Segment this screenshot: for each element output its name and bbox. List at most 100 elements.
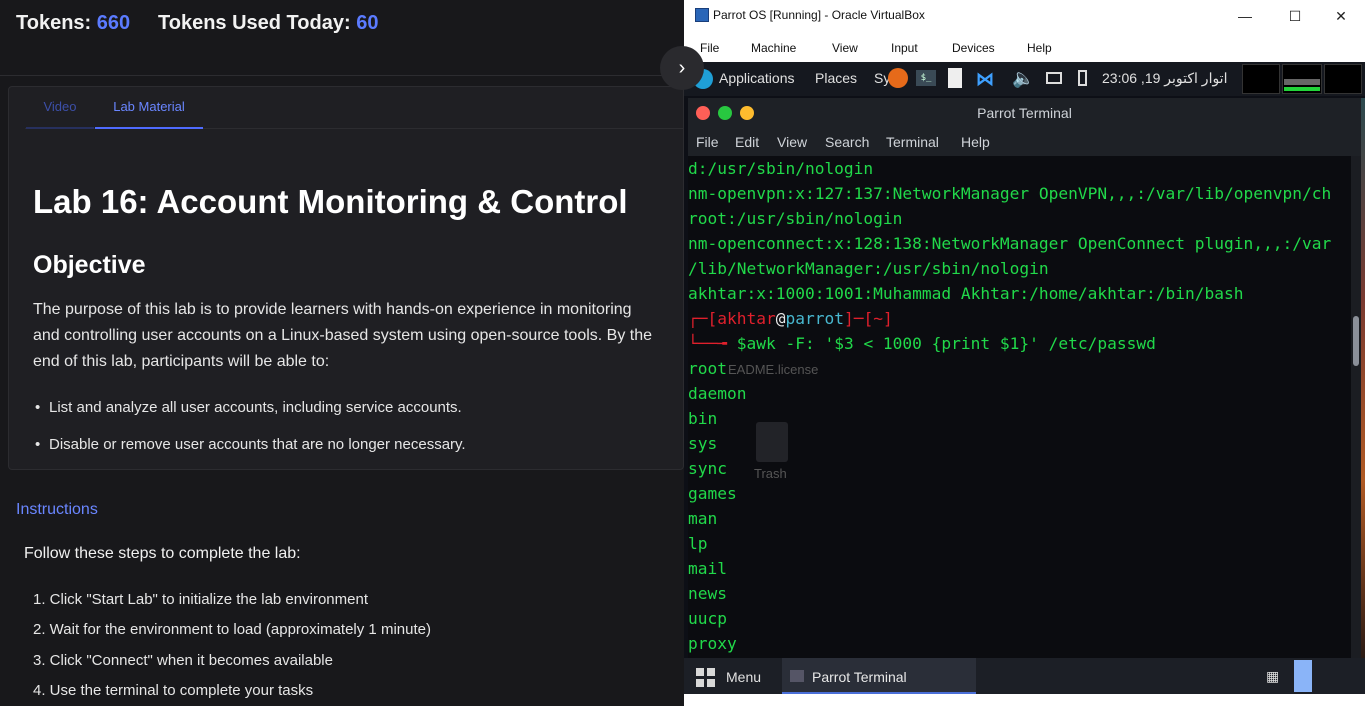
tab-video[interactable]: Video <box>26 87 94 129</box>
terminal-menu-search[interactable]: Search <box>825 134 869 150</box>
output-line: sync <box>688 459 727 478</box>
taskbar-item-label: Parrot Terminal <box>812 669 907 685</box>
terminal-icon <box>790 670 804 682</box>
chevron-right-icon: › <box>678 57 686 79</box>
vbox-menubar: File Machine View Input Devices Help <box>684 32 1365 62</box>
vbox-menu-input[interactable]: Input <box>891 41 918 55</box>
vbox-statusbar <box>684 694 1365 706</box>
tokens-value: 660 <box>96 12 131 34</box>
output-line: proxy <box>688 634 737 653</box>
firefox-icon[interactable] <box>888 68 908 88</box>
tokens-label: Tokens: <box>16 12 92 34</box>
output-line: sys <box>688 434 718 453</box>
tokens-used-counter: Tokens Used Today: 60 <box>158 12 378 35</box>
terminal-menu-view[interactable]: View <box>777 134 807 150</box>
tab-bar: Video Lab Material <box>25 87 683 129</box>
virtualbox-window: Parrot OS [Running] - Oracle VirtualBox … <box>684 0 1365 706</box>
vbox-titlebar: Parrot OS [Running] - Oracle VirtualBox … <box>684 0 1365 32</box>
virtualbox-logo-icon <box>695 8 709 22</box>
battery-icon[interactable] <box>1078 70 1087 86</box>
prompt-host: parrot <box>785 309 844 328</box>
close-button[interactable]: ✕ <box>1318 4 1364 28</box>
vscode-icon[interactable]: ⋈ <box>974 68 996 90</box>
workspace-switcher-icon[interactable]: ▦ <box>1266 668 1279 685</box>
collapse-panel-button[interactable]: › <box>660 46 704 90</box>
volume-icon[interactable]: 🔈 <box>1012 68 1034 89</box>
tab-lab-material[interactable]: Lab Material <box>95 87 203 129</box>
document-icon[interactable] <box>948 68 962 88</box>
vbox-menu-file[interactable]: File <box>700 41 719 55</box>
scrollbar-thumb[interactable] <box>1353 316 1359 366</box>
terminal-output[interactable]: EADME.license Trash d:/usr/sbin/nologin … <box>688 156 1351 658</box>
guest-screen[interactable]: Applications Places Sy $_ ⋈ 🔈 23:06 ,19 … <box>684 62 1365 706</box>
maximize-button[interactable]: ☐ <box>1272 4 1318 28</box>
terminal-window[interactable]: Parrot Terminal File Edit View Search Te… <box>688 98 1361 658</box>
display-icon[interactable] <box>1046 72 1062 84</box>
minimize-button[interactable]: — <box>1222 4 1268 28</box>
prompt-dir: ~ <box>873 309 883 328</box>
system-monitor-graph <box>1324 64 1362 94</box>
vbox-menu-machine[interactable]: Machine <box>751 41 796 55</box>
terminal-title: Parrot Terminal <box>977 105 1072 121</box>
vbox-menu-view[interactable]: View <box>832 41 858 55</box>
terminal-titlebar: Parrot Terminal <box>688 98 1361 128</box>
terminal-menu-file[interactable]: File <box>696 134 719 150</box>
terminal-line: nm-openconnect:x:128:138:NetworkManager … <box>688 234 1332 253</box>
taskbar-menu-button[interactable]: Menu <box>726 669 761 685</box>
objective-bullet: Disable or remove user accounts that are… <box>35 436 466 453</box>
output-line: man <box>688 509 718 528</box>
terminal-launcher-icon[interactable]: $_ <box>916 70 936 86</box>
prompt-line: ┌─[akhtar@parrot]─[~] <box>688 309 893 328</box>
terminal-line: d:/usr/sbin/nologin <box>688 159 874 178</box>
lab-material-card: Video Lab Material Lab 16: Account Monit… <box>8 86 684 470</box>
system-monitor-graph <box>1242 64 1280 94</box>
terminal-line: /lib/NetworkManager:/usr/sbin/nologin <box>688 259 1049 278</box>
trash-icon <box>756 422 788 462</box>
command-args: -F: '$3 < 1000 {print $1}' /etc/passwd <box>775 334 1156 353</box>
objective-heading: Objective <box>33 251 146 279</box>
desktop-file-label: EADME.license <box>728 362 819 377</box>
instruction-step: 4. Use the terminal to complete your tas… <box>33 682 314 699</box>
instruction-step: 1. Click "Start Lab" to initialize the l… <box>33 591 368 608</box>
tokens-counter: Tokens: 660 <box>16 12 130 35</box>
output-line: bin <box>688 409 718 428</box>
output-line: root <box>688 359 727 378</box>
output-line: news <box>688 584 727 603</box>
taskbar-item-terminal[interactable]: Parrot Terminal <box>782 658 976 694</box>
terminal-menu-edit[interactable]: Edit <box>735 134 759 150</box>
instruction-step: 3. Click "Connect" when it becomes avail… <box>33 652 333 669</box>
output-line: uucp <box>688 609 727 628</box>
tokens-used-label: Tokens Used Today: <box>158 12 351 34</box>
lab-panel: Tokens: 660 Tokens Used Today: 60 Video … <box>0 0 684 706</box>
command-name: awk <box>746 334 776 353</box>
terminal-line: akhtar:x:1000:1001:Muhammad Akhtar:/home… <box>688 284 1244 303</box>
guest-top-panel: Applications Places Sy $_ ⋈ 🔈 23:06 ,19 … <box>684 62 1365 96</box>
prompt-user: akhtar <box>717 309 776 328</box>
vbox-menu-help[interactable]: Help <box>1027 41 1052 55</box>
menu-grid-icon[interactable] <box>696 668 716 688</box>
terminal-scrollbar[interactable] <box>1351 156 1361 658</box>
command-line: └──╼ $awk -F: '$3 < 1000 {print $1}' /et… <box>688 334 1156 353</box>
terminal-menu-terminal[interactable]: Terminal <box>886 134 939 150</box>
terminal-line: root:/usr/sbin/nologin <box>688 209 903 228</box>
vbox-window-title: Parrot OS [Running] - Oracle VirtualBox <box>713 8 925 22</box>
terminal-menu-help[interactable]: Help <box>961 134 990 150</box>
objective-bullet: List and analyze all user accounts, incl… <box>35 399 462 416</box>
token-header: Tokens: 660 Tokens Used Today: 60 <box>0 0 684 76</box>
guest-taskbar: Menu Parrot Terminal ▦ <box>684 658 1365 694</box>
terminal-line: nm-openvpn:x:127:137:NetworkManager Open… <box>688 184 1332 203</box>
output-line: daemon <box>688 384 747 403</box>
workspace-indicator[interactable] <box>1294 660 1312 692</box>
desktop-trash-label: Trash <box>754 466 787 481</box>
output-line: lp <box>688 534 708 553</box>
vbox-menu-devices[interactable]: Devices <box>952 41 995 55</box>
output-line: mail <box>688 559 727 578</box>
system-monitor-graph <box>1282 64 1322 94</box>
instructions-intro: Follow these steps to complete the lab: <box>24 545 301 562</box>
instruction-step: 2. Wait for the environment to load (app… <box>33 621 431 638</box>
output-line: games <box>688 484 737 503</box>
places-menu[interactable]: Places <box>815 70 857 86</box>
tokens-used-value: 60 <box>356 12 379 34</box>
panel-clock[interactable]: 23:06 ,19 اتوار اکتوبر <box>1102 70 1227 87</box>
applications-menu[interactable]: Applications <box>719 70 795 86</box>
